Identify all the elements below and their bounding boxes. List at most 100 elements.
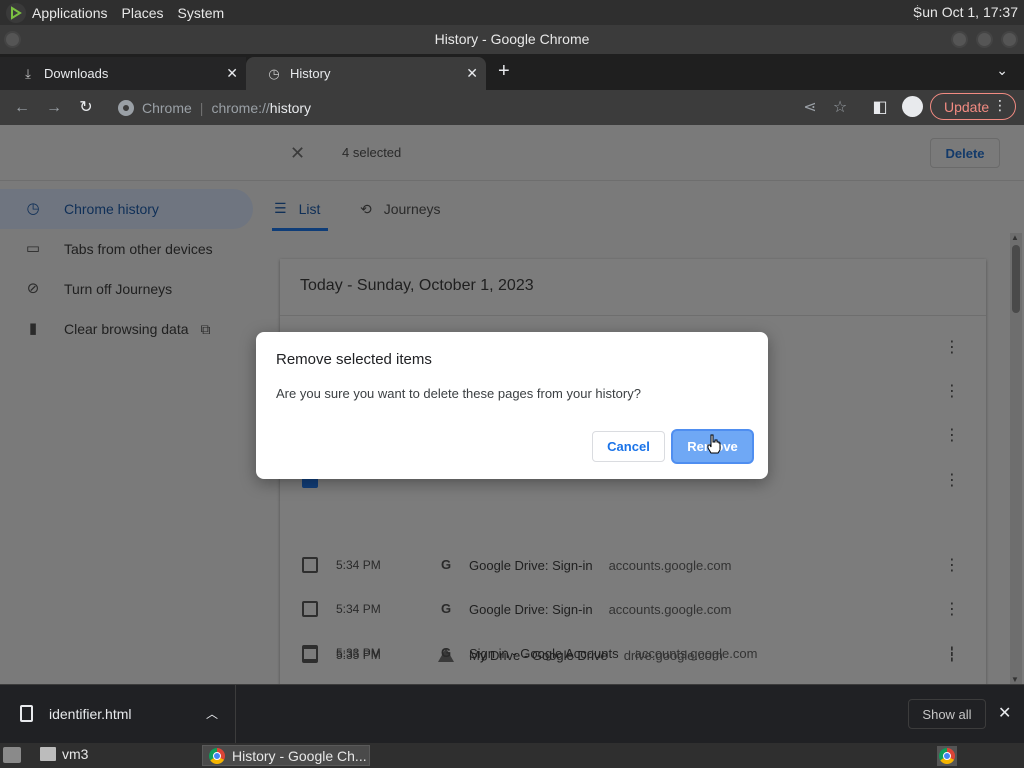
journeys-off-icon: ⊘: [26, 280, 40, 297]
show-all-button[interactable]: Show all: [908, 699, 986, 729]
remove-items-dialog: Remove selected items Are you sure you w…: [256, 332, 768, 479]
scroll-down-arrow-icon[interactable]: ▼: [1011, 675, 1019, 684]
card-divider: [280, 315, 986, 316]
sidebar-item-label: Chrome history: [64, 201, 159, 217]
row-title-text: My Drive - Google Drive: [469, 647, 608, 663]
sidebar-item-tabs-other-devices[interactable]: ▭ Tabs from other devices: [0, 229, 260, 269]
address-divider: |: [199, 99, 204, 116]
window-titlebar[interactable]: History - Google Chrome: [0, 25, 1024, 54]
sidebar-item-label: Clear browsing data: [64, 321, 189, 337]
reload-icon[interactable]: ↻: [74, 96, 98, 120]
share-icon[interactable]: ⋖: [798, 96, 822, 120]
tab-strip: ⤓ Downloads ✕ ◷ History ✕ + ⌄: [0, 54, 1024, 90]
clear-selection-close-icon[interactable]: ✕: [290, 143, 305, 164]
google-drive-favicon-icon: [438, 648, 454, 662]
address-url-path: history: [269, 99, 312, 116]
workspace-item[interactable]: vm3: [40, 746, 88, 762]
cancel-button[interactable]: Cancel: [592, 431, 665, 462]
row-title[interactable]: My Drive - Google Drive drive.google.com: [469, 648, 723, 663]
download-bar: identifier.html ︿ Show all ✕: [0, 684, 1024, 744]
row-more-kebab-icon[interactable]: ⋮: [944, 645, 960, 665]
folder-icon: [40, 747, 56, 761]
gnome-logo-icon[interactable]: [6, 2, 26, 23]
row-checkbox[interactable]: [302, 647, 318, 663]
close-download-bar-icon[interactable]: ✕: [998, 703, 1011, 723]
workspace-label: vm3: [62, 746, 89, 762]
window-minimize-button[interactable]: [951, 31, 968, 48]
history-clock-icon: ◷: [268, 65, 280, 81]
tab-list[interactable]: ☰ List: [272, 189, 328, 231]
new-tab-plus-icon[interactable]: +: [498, 61, 510, 81]
journeys-icon: ⟲: [360, 200, 372, 217]
tab-history-close-icon[interactable]: ✕: [466, 65, 478, 82]
tab-downloads-label: Downloads: [44, 66, 109, 81]
download-filename: identifier.html: [49, 706, 132, 722]
tray-chrome-icon[interactable]: [937, 746, 957, 766]
forward-arrow-icon[interactable]: →: [42, 96, 66, 120]
taskbar-window-label: History - Google Ch...: [232, 747, 367, 764]
tab-search-chevron-icon[interactable]: ⌄: [996, 62, 1008, 79]
download-item[interactable]: identifier.html ︿: [0, 685, 236, 744]
sidebar-item-label: Turn off Journeys: [64, 281, 173, 297]
chrome-site-icon: [118, 99, 134, 116]
tab-journeys-label: Journeys: [383, 201, 441, 217]
delete-button[interactable]: Delete: [930, 138, 1000, 168]
browser-menu-kebab-icon[interactable]: ⋮: [993, 97, 1007, 114]
sidebar-item-clear-browsing-data[interactable]: ▮ Clear browsing data ⧉: [0, 309, 260, 349]
window-maximize-button[interactable]: [976, 31, 993, 48]
tab-list-label: List: [298, 200, 321, 217]
address-url-host: chrome://: [211, 99, 270, 116]
sidebar-item-label: Tabs from other devices: [64, 241, 213, 257]
dialog-title: Remove selected items: [276, 351, 432, 368]
desktop-top-panel: Applications Places System Sun Oct 1, 17…: [0, 0, 1024, 25]
scroll-up-arrow-icon[interactable]: ▲: [1011, 233, 1019, 242]
sidebar-item-chrome-history[interactable]: ◷ Chrome history: [0, 189, 253, 229]
devices-icon: ▭: [25, 240, 41, 257]
menu-places[interactable]: Places: [122, 5, 164, 21]
trash-icon: ▮: [28, 320, 38, 337]
address-bar[interactable]: Chrome | chrome://history: [112, 94, 792, 121]
row-domain: drive.google.com: [623, 647, 723, 663]
row-time: 5:35 PM: [336, 648, 381, 662]
profile-avatar-icon[interactable]: [902, 96, 923, 117]
row-more-kebab-icon[interactable]: ⋮: [944, 470, 960, 490]
window-close-button[interactable]: [1001, 31, 1018, 48]
update-button[interactable]: Update ⋮: [930, 93, 1016, 120]
hand-pointer-cursor-icon: [707, 434, 721, 454]
tab-downloads-close-icon[interactable]: ✕: [226, 65, 238, 82]
download-icon: ⤓: [25, 65, 31, 81]
file-icon: [20, 705, 33, 722]
chrome-icon: [939, 748, 955, 764]
table-row[interactable]: 5:35 PM My Drive - Google Drive drive.goo…: [280, 633, 986, 677]
tab-downloads[interactable]: ⤓ Downloads ✕: [0, 57, 246, 90]
bookmark-star-icon[interactable]: ☆: [828, 96, 852, 120]
menu-system[interactable]: System: [178, 5, 225, 21]
selection-count: 4 selected: [342, 145, 402, 160]
dialog-message: Are you sure you want to delete these pa…: [276, 386, 641, 401]
clock-icon: ◷: [26, 200, 40, 217]
page-scrollbar[interactable]: ▲ ▼: [1010, 233, 1022, 684]
update-button-label: Update: [944, 98, 990, 115]
clock[interactable]: Sun Oct 1, 17:37: [913, 4, 1018, 20]
chevron-up-icon[interactable]: ︿: [206, 705, 218, 722]
history-sidebar: ◷ Chrome history ▭ Tabs from other devic…: [0, 189, 260, 349]
tab-history-label: History: [290, 66, 331, 81]
open-external-icon: ⧉: [200, 320, 211, 337]
menu-applications[interactable]: Applications: [32, 5, 108, 21]
side-panel-icon[interactable]: ◧: [868, 96, 892, 120]
selection-toolbar: ✕ 4 selected Delete: [0, 125, 1024, 181]
browser-toolbar: ← → ↻ Chrome | chrome://history ⋖ ☆ ◧: [0, 90, 1024, 125]
scroll-thumb[interactable]: [1012, 245, 1020, 313]
show-desktop-icon[interactable]: [3, 747, 21, 763]
tab-history[interactable]: ◷ History ✕: [246, 57, 486, 90]
desktop-taskbar: vm3 History - Google Ch...: [0, 743, 1024, 768]
list-icon: ☰: [274, 200, 287, 216]
back-arrow-icon[interactable]: ←: [10, 96, 34, 120]
history-date-header: Today - Sunday, October 1, 2023: [300, 277, 534, 294]
address-scheme-label: Chrome: [142, 99, 192, 116]
sidebar-item-turn-off-journeys[interactable]: ⊘ Turn off Journeys: [0, 269, 260, 309]
taskbar-window-chrome[interactable]: History - Google Ch...: [202, 745, 370, 766]
tab-journeys[interactable]: ⟲ Journeys: [360, 189, 470, 229]
window-title: History - Google Chrome: [434, 31, 590, 47]
window-menu-button[interactable]: [4, 31, 21, 48]
